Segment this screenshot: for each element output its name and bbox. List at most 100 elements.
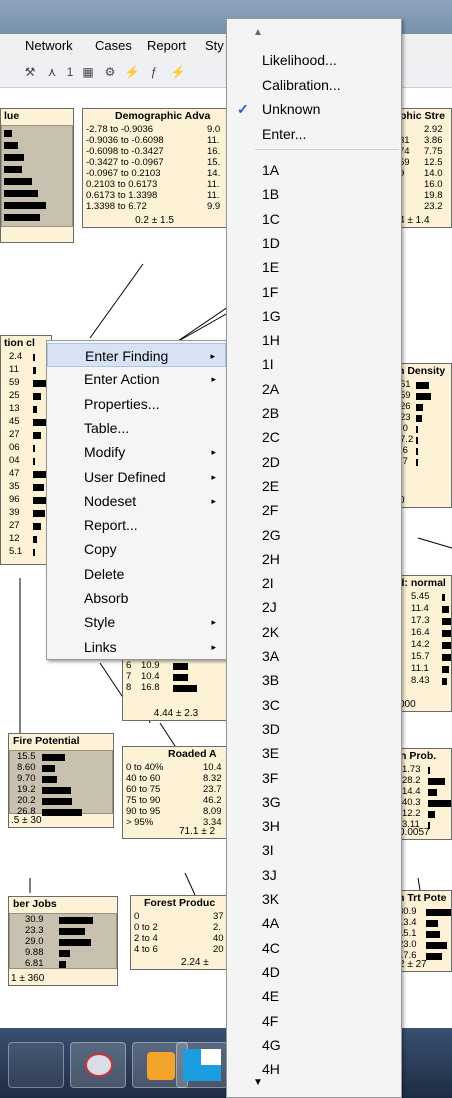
menu-network[interactable]: Network	[25, 38, 73, 53]
finding-state-1g[interactable]: 1G	[227, 304, 401, 328]
finding-state-3d[interactable]: 3D	[227, 717, 401, 741]
finding-state-3e[interactable]: 3E	[227, 741, 401, 765]
finding-state-4e[interactable]: 4E	[227, 984, 401, 1008]
finding-state-3k[interactable]: 3K	[227, 887, 401, 911]
finding-state-4f[interactable]: 4F	[227, 1009, 401, 1033]
finding-state-2d[interactable]: 2D	[227, 450, 401, 474]
finding-menu-item-enter[interactable]: Enter...	[227, 122, 401, 146]
finding-state-1h[interactable]: 1H	[227, 328, 401, 352]
menu-cases[interactable]: Cases	[95, 38, 132, 53]
node-timber-jobs[interactable]: ber Jobs 30.9 23.3 29.0 9.88 6.81 1 ± 360	[8, 896, 118, 986]
context-menu-item-nodeset[interactable]: Nodeset ▸	[47, 489, 226, 513]
finding-menu-item-likelihood[interactable]: Likelihood...	[227, 48, 401, 72]
toolbar-chart-icon[interactable]: ▦	[80, 65, 96, 81]
context-menu-item-links[interactable]: Links ▸	[47, 635, 226, 659]
finding-state-3j[interactable]: 3J	[227, 863, 401, 887]
state-probability-bar	[426, 909, 451, 916]
finding-menu-item-unknown[interactable]: ✓ Unknown	[227, 97, 401, 121]
finding-state-2e[interactable]: 2E	[227, 474, 401, 498]
state-name: 2H	[262, 550, 280, 567]
toolbar-compile-icon[interactable]: ⚡	[124, 65, 140, 81]
state-probability: 27	[9, 429, 20, 440]
node-state-row: 13.4	[396, 918, 451, 928]
node-demographic-advantage[interactable]: Demographic Adva -2.78 to -0.9036 9.0 -0.9…	[82, 108, 227, 228]
node-fire-potential[interactable]: Fire Potential 15.5 8.60 9.70 19.2 20.2 26.8 …	[8, 733, 114, 828]
finding-state-2f[interactable]: 2F	[227, 498, 401, 522]
finding-state-3c[interactable]: 3C	[227, 693, 401, 717]
finding-state-4c[interactable]: 4C	[227, 936, 401, 960]
state-probability: 20.2	[17, 795, 36, 806]
state-probability-bar	[33, 536, 37, 543]
menu-style[interactable]: Sty	[205, 38, 224, 53]
finding-state-2k[interactable]: 2K	[227, 620, 401, 644]
finding-state-2a[interactable]: 2A	[227, 377, 401, 401]
finding-state-1c[interactable]: 1C	[227, 207, 401, 231]
finding-state-1i[interactable]: 1I	[227, 352, 401, 376]
node-treatment-potential[interactable]: n Trt Pote 30.9 13.4 15.1 23.0 17.6 2 ± 27	[395, 890, 452, 972]
context-menu-item-enter-finding[interactable]: Enter Finding ▸	[47, 343, 226, 367]
context-menu-item-enter-action[interactable]: Enter Action ▸	[47, 367, 226, 391]
context-menu-item-copy[interactable]: Copy	[47, 537, 226, 561]
menu-report[interactable]: Report	[147, 38, 186, 53]
finding-state-1b[interactable]: 1B	[227, 182, 401, 206]
taskbar-button-1[interactable]	[8, 1042, 64, 1088]
context-menu-item-user-defined[interactable]: User Defined ▸	[47, 465, 226, 489]
toolbar-lightning-icon[interactable]: ⚡	[170, 65, 186, 81]
finding-state-3b[interactable]: 3B	[227, 668, 401, 692]
node-normal[interactable]: d: normal 5.45 11.4 17.3 16.4 14.2 15.7 11.1 8.…	[395, 575, 452, 712]
taskbar-netica-icon[interactable]	[176, 1042, 228, 1088]
node-demographic-stress[interactable]: phic Stre 2.92313.86747.755912.5914.016.…	[395, 108, 452, 228]
context-menu-item-delete[interactable]: Delete	[47, 562, 226, 586]
context-menu-item-modify[interactable]: Modify ▸	[47, 440, 226, 464]
finding-state-3f[interactable]: 3F	[227, 766, 401, 790]
finding-state-2b[interactable]: 2B	[227, 401, 401, 425]
finding-state-2j[interactable]: 2J	[227, 595, 401, 619]
finding-state-4d[interactable]: 4D	[227, 960, 401, 984]
node-state-row: 35	[1, 482, 51, 492]
node-roaded-area[interactable]: Roaded A 0 to 40% 10.4 40 to 60 8.32 60 to 7…	[122, 746, 230, 839]
finding-state-2c[interactable]: 2C	[227, 425, 401, 449]
toolbar-step-label[interactable]: 1	[62, 65, 78, 81]
node-state-row: 7.2	[396, 435, 451, 445]
state-probability: 19.8	[424, 190, 443, 201]
toolbar-function-icon[interactable]: ƒ	[146, 65, 162, 81]
toolbar-tool-icon[interactable]: ⚒	[22, 65, 38, 81]
toolbar-arrow-icon[interactable]: ⋏	[44, 65, 60, 81]
finding-state-2h[interactable]: 2H	[227, 547, 401, 571]
finding-state-3h[interactable]: 3H	[227, 814, 401, 838]
state-probability-bar	[59, 950, 70, 957]
state-label: 90 to 95	[126, 806, 161, 817]
node-density[interactable]: n Density 51592623.07.2.6.7 0	[395, 363, 452, 508]
finding-state-2i[interactable]: 2I	[227, 571, 401, 595]
taskbar-snipping-tool-icon[interactable]	[70, 1042, 126, 1088]
finding-state-3g[interactable]: 3G	[227, 790, 401, 814]
state-probability: 06	[9, 442, 20, 453]
context-menu-item-table[interactable]: Table...	[47, 416, 226, 440]
context-menu-item-style[interactable]: Style ▸	[47, 610, 226, 634]
finding-state-3a[interactable]: 3A	[227, 644, 401, 668]
finding-state-1d[interactable]: 1D	[227, 231, 401, 255]
finding-state-1a[interactable]: 1A	[227, 158, 401, 182]
finding-state-3i[interactable]: 3I	[227, 838, 401, 862]
state-probability: 13	[9, 403, 20, 414]
finding-state-4g[interactable]: 4G	[227, 1033, 401, 1057]
node-forest-products[interactable]: Forest Produc 0 37 0 to 2 2. 2 to 4 40 4 to 62…	[130, 895, 230, 970]
state-probability: 14.	[207, 168, 221, 179]
node-value[interactable]: lue	[0, 108, 74, 243]
toolbar-network-icon[interactable]: ⚙	[102, 65, 118, 81]
finding-state-1e[interactable]: 1E	[227, 255, 401, 279]
finding-state-4a[interactable]: 4A	[227, 911, 401, 935]
context-menu-item-absorb[interactable]: Absorb	[47, 586, 226, 610]
state-probability-bar	[416, 382, 429, 389]
finding-menu-item-calibration[interactable]: Calibration...	[227, 73, 401, 97]
node-probability[interactable]: n Prob. 1.73 28.2 14.4 40.3 12.2 3.11 0.0057	[395, 748, 452, 840]
context-menu-item-properties[interactable]: Properties...	[47, 392, 226, 416]
scroll-up-icon[interactable]: ▲	[227, 27, 401, 38]
node-tion-c[interactable]: tion cl 2.4 11 59 25 13 45 27 06 04 47 35 96 39 27 12 5…	[0, 335, 52, 565]
context-menu-item-report[interactable]: Report...	[47, 513, 226, 537]
finding-state-1f[interactable]: 1F	[227, 280, 401, 304]
scroll-down-icon[interactable]: ▼	[227, 1077, 401, 1088]
node-footer: 71.1 ± 2	[179, 826, 216, 837]
node-state-row: .0	[396, 424, 451, 434]
finding-state-2g[interactable]: 2G	[227, 523, 401, 547]
